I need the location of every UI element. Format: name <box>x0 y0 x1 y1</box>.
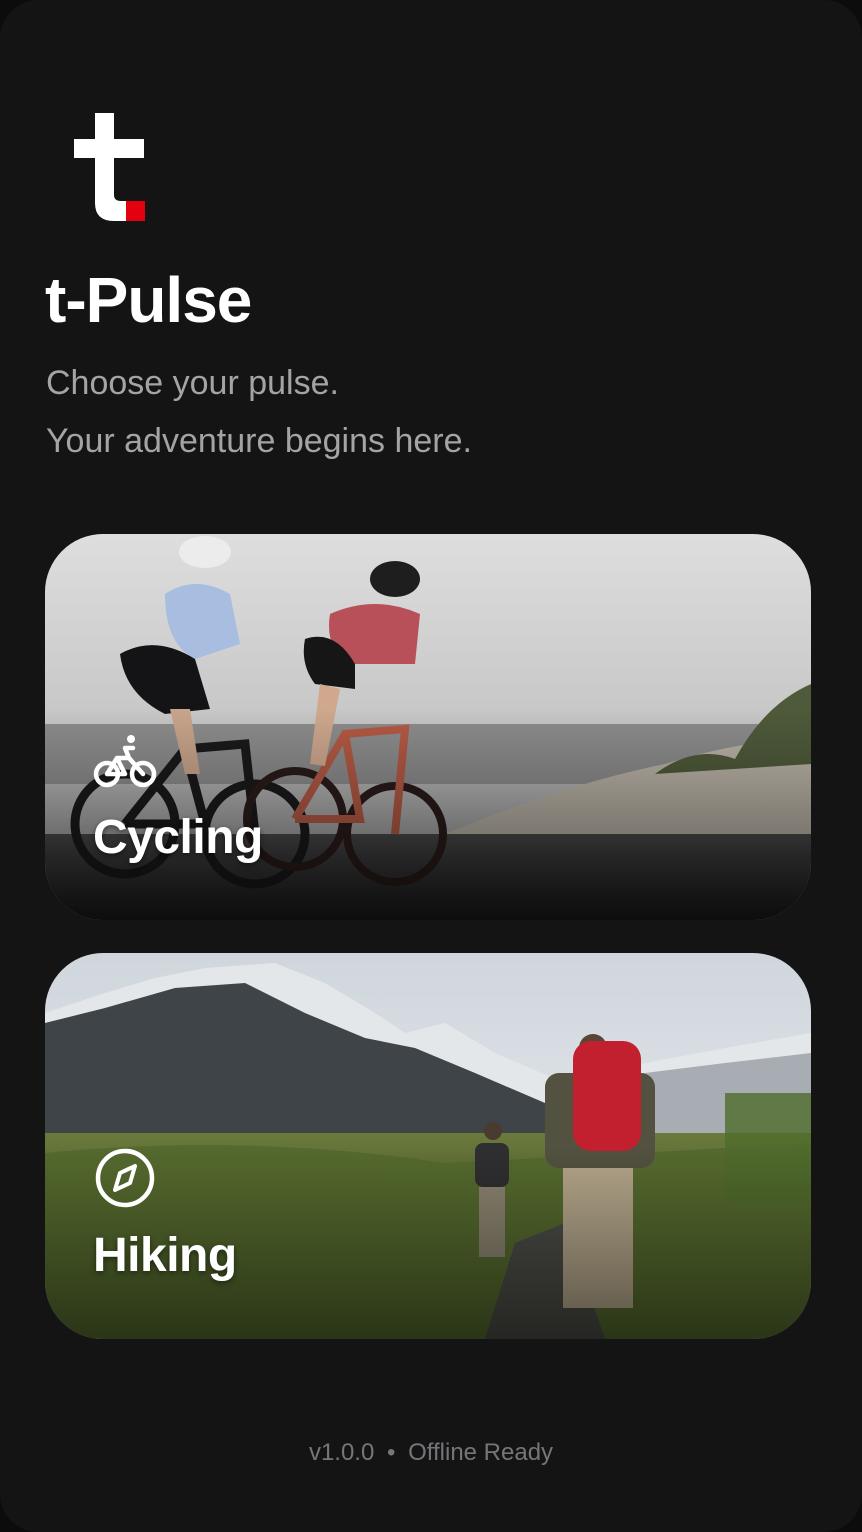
hiking-label: Hiking <box>93 1229 237 1282</box>
version-text: v1.0.0 <box>308 1439 375 1466</box>
compass-icon <box>95 1148 155 1208</box>
cycling-card[interactable]: Cycling <box>45 534 811 920</box>
app-title: t-Pulse <box>45 264 252 336</box>
footer-separator: • <box>387 1439 396 1466</box>
app-footer: v1.0.0 • Offline Ready <box>0 1438 862 1468</box>
tagline-line-2: Your adventure begins here. <box>46 422 472 460</box>
tagline-line-1: Choose your pulse. <box>46 364 339 402</box>
offline-status: Offline Ready <box>408 1439 554 1466</box>
app-screen: t-Pulse Choose your pulse. Your adventur… <box>0 0 862 1532</box>
cycling-label: Cycling <box>93 811 263 864</box>
bicycle-icon <box>93 735 157 788</box>
t-logo-icon <box>74 113 145 221</box>
hiking-card[interactable]: Hiking <box>45 953 811 1339</box>
